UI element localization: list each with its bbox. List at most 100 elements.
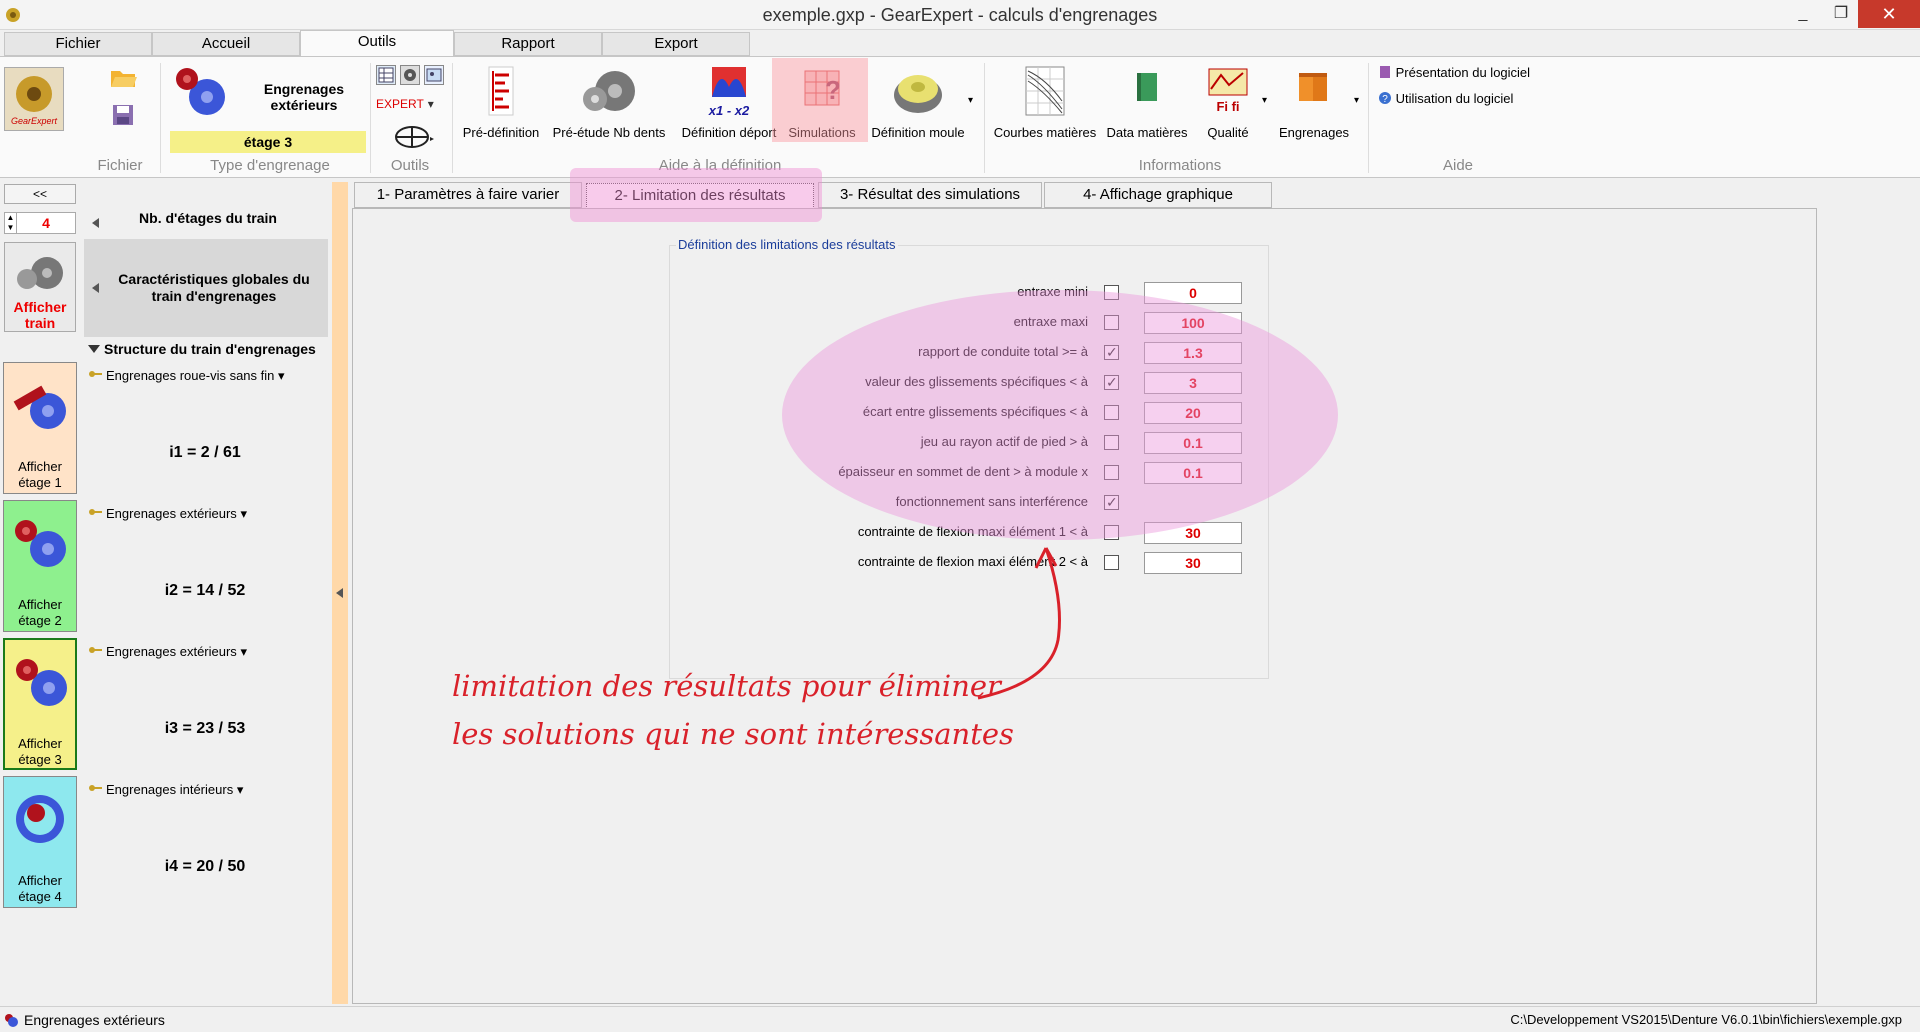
courbes-matieres-button[interactable]: Courbes matières — [990, 61, 1100, 140]
ribbon-tab-accueil[interactable]: Accueil — [152, 32, 300, 56]
globe-dropdown[interactable] — [384, 125, 444, 149]
splitter-arrow-icon[interactable] — [336, 588, 343, 598]
maximize-button[interactable]: ❐ — [1824, 0, 1858, 28]
definition-deport-button[interactable]: x1 - x2 Définition déport — [674, 61, 784, 140]
show-train-label: Afficher train — [13, 299, 67, 331]
chevron-down-icon: ▾ — [240, 506, 247, 521]
definition-moule-button[interactable]: Définition moule — [866, 61, 970, 140]
close-button[interactable]: ✕ — [1858, 0, 1920, 28]
annotation-line-1: limitation des résultats pour éliminer — [452, 669, 1001, 703]
tool-settings-button[interactable] — [400, 65, 420, 85]
qualite-label: Qualité — [1207, 125, 1249, 140]
ribbon-tab-fichier[interactable]: Fichier — [4, 32, 152, 56]
status-file-path: C:\Developpement VS2015\Denture V6.0.1\b… — [1510, 1012, 1902, 1027]
stage-3-type-dropdown[interactable]: Engrenages extérieurs ▾ — [88, 644, 247, 660]
title-bar: exemple.gxp - GearExpert - calculs d'eng… — [0, 0, 1920, 30]
predefinition-button[interactable]: Pré-définition — [458, 61, 544, 140]
show-stage-2-button[interactable]: Afficher étage 2 — [3, 500, 77, 632]
data-matieres-label: Data matières — [1106, 125, 1188, 140]
gear-status-icon — [5, 1014, 18, 1027]
group-label-fichier: Fichier — [97, 157, 143, 174]
left-panel: << ▲ ▼ 4 Nb. d'étages du train Afficher t… — [0, 178, 332, 1004]
show-stage-3-button[interactable]: Afficher étage 3 — [3, 638, 77, 770]
show-stage-4-label: Afficher étage 4 — [18, 873, 62, 904]
stage-4-type-dropdown[interactable]: Engrenages intérieurs ▾ — [88, 782, 243, 798]
tab-affichage[interactable]: 4- Affichage graphique — [1044, 182, 1272, 208]
collapse-panel-button[interactable]: << — [4, 184, 76, 204]
key-icon — [89, 785, 102, 791]
presentation-logiciel-link[interactable]: Présentation du logiciel — [1378, 65, 1530, 80]
spinner-arrows-icon[interactable]: ▲ ▼ — [5, 213, 17, 233]
deport-icon-text: x1 - x2 — [708, 103, 750, 118]
limits-highlight-ellipse — [782, 290, 1338, 540]
definition-moule-label: Définition moule — [871, 125, 965, 140]
chevron-down-icon: ▾ — [278, 368, 285, 383]
key-icon — [89, 647, 102, 653]
tool-image-button[interactable] — [424, 65, 444, 85]
quality-chart-icon: Fi fi — [1208, 68, 1248, 114]
tab-resultats[interactable]: 3- Résultat des simulations — [818, 182, 1042, 208]
moule-dropdown-chevron-icon[interactable]: ▾ — [968, 95, 973, 106]
global-collapse-arrow-icon[interactable] — [92, 283, 99, 293]
window-title: exemple.gxp - GearExpert - calculs d'eng… — [762, 5, 1158, 25]
qualite-button[interactable]: Fi fi Qualité — [1196, 61, 1260, 140]
folder-open-icon — [111, 71, 137, 87]
presentation-logiciel-label: Présentation du logiciel — [1395, 65, 1531, 80]
expert-dropdown[interactable]: EXPERT ▾ — [376, 97, 446, 111]
group-label-type: Type d'engrenage — [210, 157, 330, 174]
qualite-dropdown-chevron-icon[interactable]: ▾ — [1262, 95, 1267, 106]
limits-title: Définition des limitations des résultats — [676, 237, 898, 252]
global-characteristics-panel[interactable]: Caractéristiques globales du train d'eng… — [84, 239, 328, 337]
preetude-label: Pré-étude Nb dents — [552, 125, 666, 140]
stage-2-ratio: i2 = 14 / 52 — [164, 582, 246, 599]
show-stage-2-label: Afficher étage 2 — [18, 597, 62, 628]
show-stage-4-button[interactable]: Afficher étage 4 — [3, 776, 77, 908]
floppy-disk-icon — [113, 105, 133, 125]
nb-collapse-arrow-icon[interactable] — [92, 218, 99, 228]
ribbon: GearExpert Fichier Engrenages extérieurs… — [0, 56, 1920, 178]
show-stage-1-label: Afficher étage 1 — [18, 459, 62, 490]
show-train-button[interactable]: Afficher train — [4, 242, 76, 332]
gear-type-button[interactable] — [170, 63, 232, 119]
group-label-informations: Informations — [1138, 157, 1222, 174]
show-stage-3-label: Afficher étage 3 — [18, 736, 62, 767]
stage-1-type-dropdown[interactable]: Engrenages roue-vis sans fin ▾ — [88, 368, 285, 384]
tab-parametres[interactable]: 1- Paramètres à faire varier — [354, 182, 582, 208]
panel-splitter[interactable] — [332, 182, 348, 1004]
group-label-outils: Outils — [390, 157, 430, 174]
external-gears-icon — [16, 659, 67, 706]
gearexpert-logo-button[interactable]: GearExpert — [4, 67, 64, 131]
show-stage-1-button[interactable]: Afficher étage 1 — [3, 362, 77, 494]
ribbon-tab-outils[interactable]: Outils — [300, 30, 454, 57]
annotation-arrow-icon — [977, 547, 1061, 700]
structure-title[interactable]: Structure du train d'engrenages — [88, 341, 316, 357]
stage-2-type-dropdown[interactable]: Engrenages extérieurs ▾ — [88, 506, 247, 522]
ribbon-tabs: Fichier Accueil Outils Rapport Export — [0, 30, 1920, 57]
internal-gears-icon — [16, 795, 64, 843]
open-folder-button[interactable] — [108, 65, 138, 89]
status-bar: Engrenages extérieurs C:\Developpement V… — [0, 1006, 1920, 1032]
preetude-button[interactable]: Pré-étude Nb dents — [548, 61, 670, 140]
svg-text:GearExpert: GearExpert — [11, 116, 58, 126]
simulations-highlight — [772, 58, 868, 142]
limit-value-input[interactable]: 30 — [1144, 552, 1242, 574]
stage-count-spinner[interactable]: ▲ ▼ 4 — [4, 212, 76, 234]
key-icon — [89, 509, 102, 515]
utilisation-logiciel-link[interactable]: ? Utilisation du logiciel — [1378, 91, 1513, 106]
ribbon-tab-export[interactable]: Export — [602, 32, 750, 56]
gear-type-label: Engrenages extérieurs — [263, 81, 345, 113]
gear-settings-icon — [404, 69, 416, 81]
engrenages-dropdown-chevron-icon[interactable]: ▾ — [1354, 95, 1359, 106]
minimize-button[interactable]: _ — [1786, 0, 1820, 28]
tab-highlight — [570, 168, 822, 222]
data-matieres-button[interactable]: Data matières — [1104, 61, 1190, 140]
limit-checkbox[interactable] — [1104, 555, 1119, 570]
definition-deport-label: Définition déport — [681, 125, 777, 140]
chevron-down-icon: ▾ — [236, 782, 244, 797]
svg-text:?: ? — [1382, 94, 1388, 105]
tool-table-button[interactable] — [376, 65, 396, 85]
engrenages-button[interactable]: Engrenages — [1274, 61, 1354, 140]
ribbon-tab-rapport[interactable]: Rapport — [454, 32, 602, 56]
external-gears-icon — [176, 68, 225, 115]
save-button[interactable] — [108, 103, 138, 127]
